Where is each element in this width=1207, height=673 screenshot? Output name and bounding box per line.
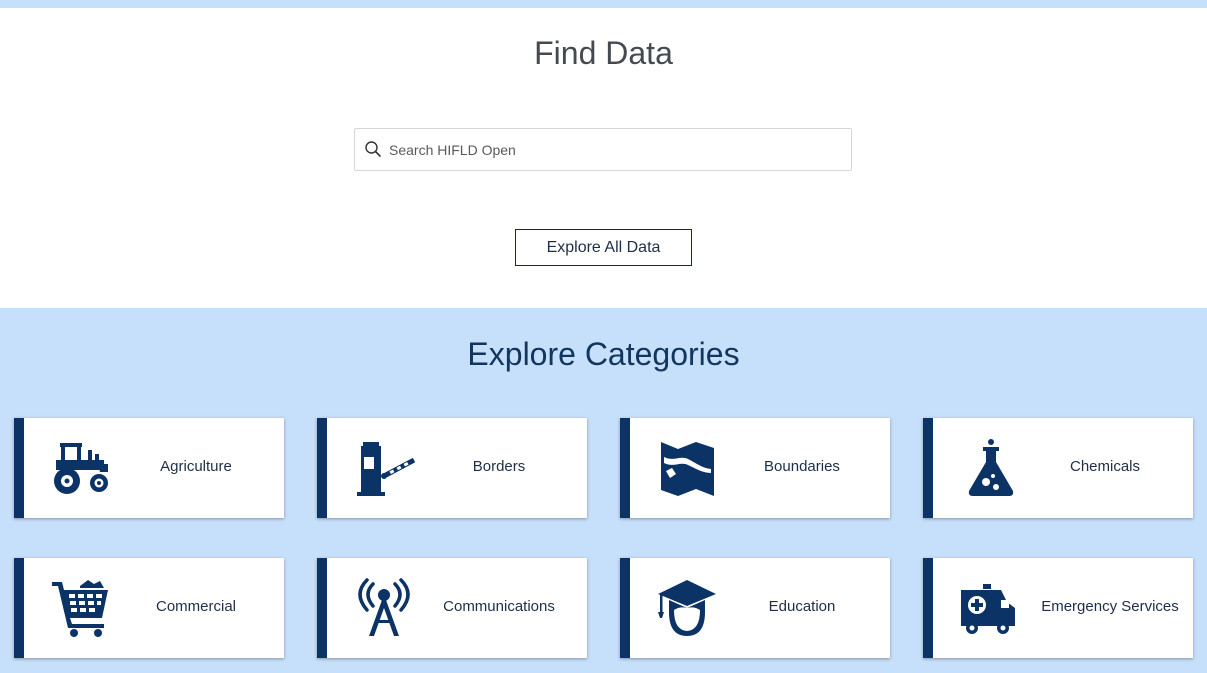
category-label: Chemicals [1069,458,1141,475]
search-box[interactable] [354,128,852,171]
category-card-emergency-services[interactable]: Emergency Services [923,558,1193,658]
border-gate-icon [357,442,415,496]
category-label: Emergency Services [1041,598,1179,615]
graduate-icon [658,580,716,636]
top-strip [0,0,1207,8]
category-card-borders[interactable]: Borders [317,418,587,518]
radio-tower-icon [358,578,410,636]
category-label: Borders [472,458,526,475]
find-data-title: Find Data [534,35,673,71]
search-icon [365,141,381,157]
map-icon [661,442,714,496]
search-input[interactable] [389,130,839,169]
category-label: Commercial [155,598,236,615]
category-card-education[interactable]: Education [620,558,890,658]
ambulance-icon [961,584,1015,634]
shopping-cart-icon [52,580,108,637]
category-card-chemicals[interactable]: Chemicals [923,418,1193,518]
category-card-communications[interactable]: Communications [317,558,587,658]
category-card-commercial[interactable]: Commercial [14,558,284,658]
tractor-icon [54,443,108,494]
category-card-agriculture[interactable]: Agriculture [14,418,284,518]
find-data-section: Find Data Explore All Data [0,8,1207,308]
flask-icon [968,439,1014,496]
category-label: Education [768,598,836,615]
explore-categories-section: Explore Categories Agriculture Borders B… [0,308,1207,673]
explore-all-data-button[interactable]: Explore All Data [515,229,692,266]
category-label: Agriculture [160,458,232,475]
category-label: Communications [443,598,555,615]
explore-categories-title: Explore Categories [467,336,740,372]
category-card-boundaries[interactable]: Boundaries [620,418,890,518]
category-label: Boundaries [764,458,840,475]
